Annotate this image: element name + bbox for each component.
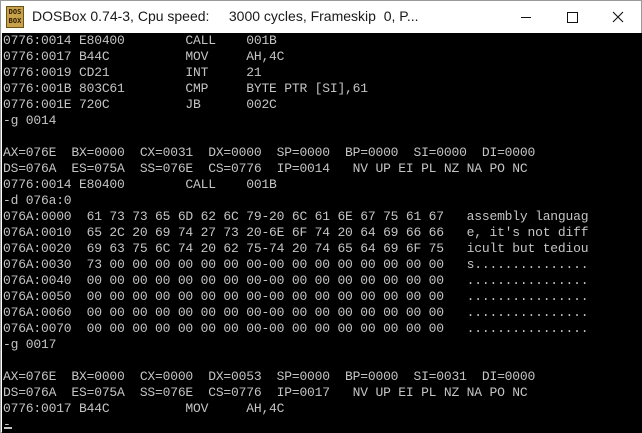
console-line: DS=076A ES=075A SS=076E CS=0776 IP=0017 … bbox=[3, 385, 528, 400]
dosbox-window: DOS BOX DOSBox 0.74-3, Cpu speed: 3000 c… bbox=[0, 0, 642, 433]
console-line: AX=076E BX=0000 CX=0031 DX=0000 SP=0000 … bbox=[3, 145, 536, 160]
console-line: 0776:0019 CD21 INT 21 bbox=[3, 65, 262, 80]
close-icon bbox=[612, 11, 624, 23]
maximize-icon bbox=[566, 11, 578, 23]
maximize-button[interactable] bbox=[549, 1, 595, 33]
console-line: -g 0014 bbox=[3, 113, 57, 128]
console-line: 076A:0040 00 00 00 00 00 00 00 00-00 00 … bbox=[3, 273, 589, 288]
console-line: 0776:0017 B44C MOV AH,4C bbox=[3, 49, 285, 64]
console-line: AX=076E BX=0000 CX=0000 DX=0053 SP=0000 … bbox=[3, 369, 536, 384]
dos-console[interactable]: 0776:0014 E80400 CALL 001B 0776:0017 B44C… bbox=[2, 33, 642, 433]
console-line: 076A:0070 00 00 00 00 00 00 00 00-00 00 … bbox=[3, 321, 589, 336]
icon-text-bottom: BOX bbox=[8, 17, 22, 25]
console-line: 076A:0020 69 63 75 6C 74 20 62 75-74 20 … bbox=[3, 241, 589, 256]
window-title: DOSBox 0.74-3, Cpu speed: 3000 cycles, F… bbox=[32, 8, 419, 24]
console-line: DS=076A ES=075A SS=076E CS=0776 IP=0014 … bbox=[3, 161, 528, 176]
console-line: 0776:001E 720C JB 002C bbox=[3, 97, 277, 112]
console-line: - bbox=[3, 417, 11, 432]
dosbox-icon[interactable]: DOS BOX bbox=[6, 6, 24, 28]
console-line: 0776:0014 E80400 CALL 001B bbox=[3, 177, 277, 192]
console-line: 076A:0050 00 00 00 00 00 00 00 00-00 00 … bbox=[3, 289, 589, 304]
console-line: 0776:0017 B44C MOV AH,4C bbox=[3, 401, 285, 416]
console-line: -g 0017 bbox=[3, 337, 57, 352]
title-bar[interactable]: DOS BOX DOSBox 0.74-3, Cpu speed: 3000 c… bbox=[1, 1, 641, 33]
console-line: 076A:0000 61 73 73 65 6D 62 6C 79-20 6C … bbox=[3, 209, 589, 224]
minimize-button[interactable] bbox=[503, 1, 549, 33]
close-button[interactable] bbox=[595, 1, 641, 33]
icon-text-top: DOS bbox=[8, 8, 22, 16]
console-line: 0776:001B 803C61 CMP BYTE PTR [SI],61 bbox=[3, 81, 368, 96]
minimize-icon bbox=[521, 16, 531, 18]
console-line: 076A:0060 00 00 00 00 00 00 00 00-00 00 … bbox=[3, 305, 589, 320]
console-line: 0776:0014 E80400 CALL 001B bbox=[3, 33, 277, 48]
console-line: 076A:0030 73 00 00 00 00 00 00 00-00 00 … bbox=[3, 257, 589, 272]
console-line: 076A:0010 65 2C 20 69 74 27 73 20-6E 6F … bbox=[3, 225, 589, 240]
console-line: -d 076a:0 bbox=[3, 193, 72, 208]
